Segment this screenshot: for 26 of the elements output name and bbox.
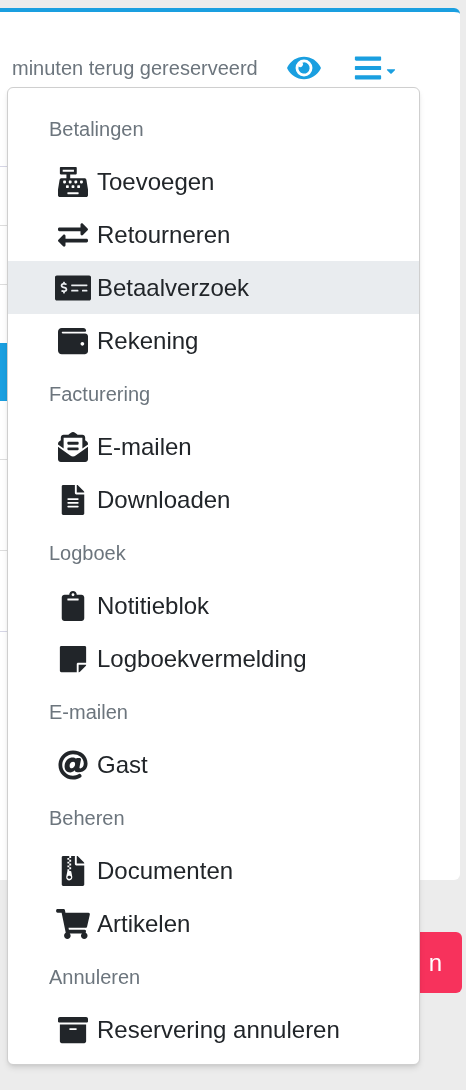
menu-section-header: Facturering	[48, 381, 152, 407]
open-envelope-icon	[55, 431, 91, 462]
money-check-icon	[55, 272, 91, 303]
wallet-icon	[55, 325, 91, 356]
menu-item[interactable]: Notitieblok	[8, 579, 419, 632]
menu-item[interactable]: Rekening	[8, 314, 419, 367]
menu-item[interactable]: Reservering annuleren	[8, 1003, 419, 1056]
cash-register-icon	[55, 166, 91, 197]
menu-item[interactable]: Documenten	[8, 844, 419, 897]
menu-section-header: E-mailen	[48, 699, 129, 725]
menu-section-header: Annuleren	[48, 964, 142, 990]
menu-section-header: Beheren	[48, 805, 126, 831]
menu-item[interactable]: Downloaden	[8, 473, 419, 526]
reserved-time-text: minuten terug gereserveerd	[12, 56, 258, 81]
menu-section-header: Logboek	[48, 540, 127, 566]
menu-item[interactable]: Gast	[8, 738, 419, 791]
menu-item[interactable]: Betaalverzoek	[8, 261, 419, 314]
menu-section-header: Betalingen	[48, 116, 145, 142]
menu-item[interactable]: Retourneren	[8, 208, 419, 261]
archive-box-icon	[55, 1014, 91, 1045]
menu-item[interactable]: E-mailen	[8, 420, 419, 473]
at-sign-icon	[55, 749, 91, 780]
menu-item[interactable]: Toevoegen	[8, 155, 419, 208]
menu-item[interactable]: Artikelen	[8, 897, 419, 950]
shopping-cart-icon	[55, 908, 91, 939]
menu-item[interactable]: Logboekvermelding	[8, 632, 419, 685]
